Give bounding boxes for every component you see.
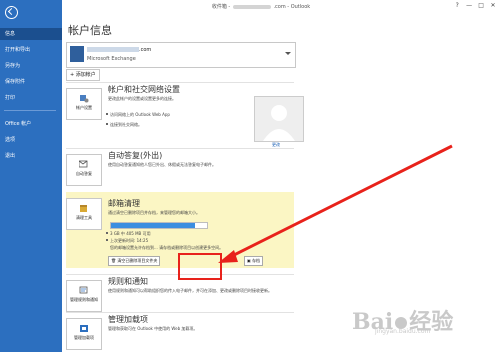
mailbox-quota-bar: [110, 222, 208, 229]
sidebar-item-exit[interactable]: 退出: [0, 150, 62, 162]
main-content: 帐户信息 .com Microsoft Exchange + 添加帐户 帐户设置…: [62, 0, 500, 352]
cleanup-tools-button[interactable]: 清理工具: [66, 198, 102, 230]
empty-deleted-items-button[interactable]: 🗑 清空已删除项目文件夹: [108, 256, 161, 266]
add-account-button[interactable]: + 添加帐户: [66, 69, 100, 81]
watermark-url: jingyan.baidu.com: [375, 328, 431, 335]
back-arrow-icon[interactable]: [5, 6, 18, 19]
account-email: .com: [87, 47, 151, 53]
sidebar-divider: [4, 110, 56, 111]
account-settings-icon: [80, 95, 89, 103]
last-sync-text: 上次更新时间: 14:25: [105, 238, 149, 243]
sidebar-item-save-attachments[interactable]: 保存附件: [0, 76, 62, 88]
manage-rules-button[interactable]: 管理规则和通知: [66, 280, 102, 312]
sidebar-item-office-account[interactable]: Office 帐户: [0, 118, 62, 130]
account-settings-button[interactable]: 帐户设置: [66, 88, 102, 120]
section-title: 帐户和社交网络设置: [108, 85, 180, 94]
archive-info-text: 您的邮箱设置允许存档到... 请存档或删除项目以创建更多空间。: [110, 245, 290, 251]
sidebar-item-save-as[interactable]: 另存为: [0, 60, 62, 72]
archive-button[interactable]: ▣ 存档: [244, 256, 264, 266]
sidebar-item-open-export[interactable]: 打开和导出: [0, 44, 62, 56]
section-title: 管理加载项: [108, 315, 148, 324]
auto-reply-section: 自动答复 自动答复(外出) 使用自动答复通知他人您已外出、休假或无法答复电子邮件…: [66, 148, 294, 188]
manage-addins-section: 管理加载项 管理加载项 管理和获取可在 Outlook 中使用的 Web 加载项…: [66, 312, 294, 352]
quota-text: 3 GB 中 405 MB 可用: [106, 231, 151, 236]
owa-link[interactable]: 访问网络上的 Outlook Web App: [106, 112, 170, 118]
cleanup-tools-icon: [80, 205, 87, 212]
person-silhouette-icon: [263, 105, 295, 141]
sidebar-item-print[interactable]: 打印: [0, 92, 62, 104]
account-selector[interactable]: .com Microsoft Exchange: [66, 42, 296, 68]
social-network-link[interactable]: 连接到社交网络。: [106, 122, 142, 128]
section-title: 规则和通知: [108, 277, 148, 286]
mailbox-quota-fill: [111, 223, 195, 228]
rules-alerts-section: 管理规则和通知 规则和通知 使用规则和通知可以帮助组织您的传入电子邮件，并可在添…: [66, 274, 294, 314]
auto-reply-icon: [79, 160, 88, 168]
section-description: 使用规则和通知可以帮助组织您的传入电子邮件，并可在添加、更改或删除项目时接收更新…: [108, 288, 272, 293]
page-title: 帐户信息: [68, 24, 112, 37]
profile-picture: [254, 96, 304, 142]
section-title: 邮箱清理: [108, 199, 140, 208]
section-description: 通过清空已删除项目并存档，来管理您的邮箱大小。: [108, 210, 200, 215]
section-description: 使用自动答复通知他人您已外出、休假或无法答复电子邮件。: [108, 162, 216, 167]
sidebar-item-info[interactable]: 信息: [0, 28, 62, 40]
annotation-highlight-box: [178, 253, 222, 280]
redacted-email: [87, 47, 139, 52]
section-title: 自动答复(外出): [108, 151, 163, 160]
exchange-account-icon: [70, 46, 84, 62]
auto-reply-button[interactable]: 自动答复: [66, 154, 102, 186]
chevron-down-icon[interactable]: [285, 52, 291, 55]
sidebar-item-options[interactable]: 选项: [0, 134, 62, 146]
rules-icon: [79, 286, 88, 294]
account-type: Microsoft Exchange: [87, 56, 136, 62]
addins-icon: [80, 325, 88, 332]
section-description: 管理和获取可在 Outlook 中使用的 Web 加载项。: [108, 326, 198, 331]
backstage-sidebar: 信息 打开和导出 另存为 保存附件 打印 Office 帐户 选项 退出: [0, 0, 62, 352]
manage-addins-button[interactable]: 管理加载项: [66, 318, 102, 350]
